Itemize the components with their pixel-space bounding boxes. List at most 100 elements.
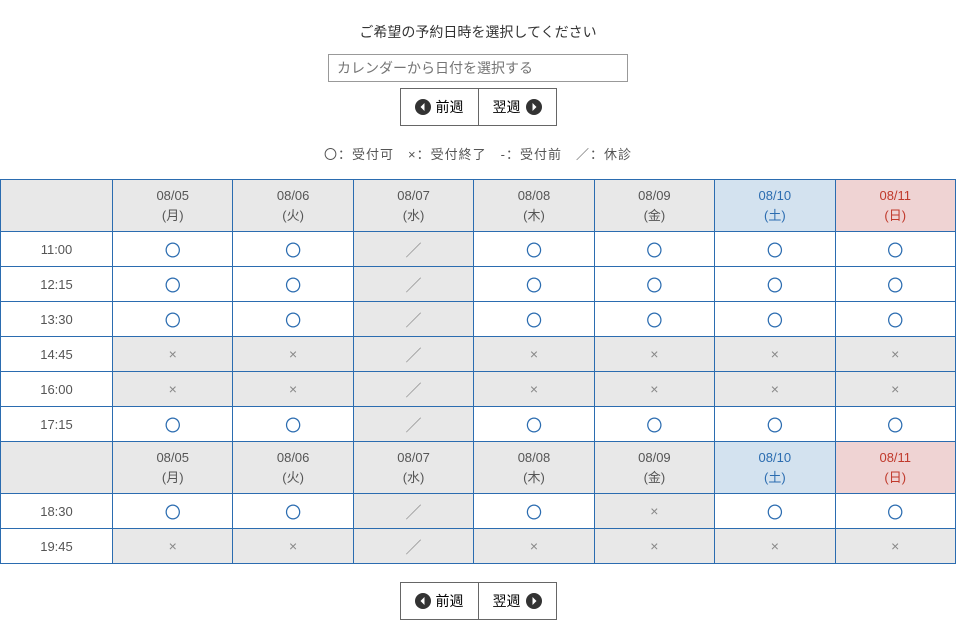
day-header: 08/09(金) (594, 442, 714, 494)
slot-cell[interactable]: 〇 (233, 232, 353, 267)
slot-cell: × (474, 337, 594, 372)
slot-cell[interactable]: 〇 (594, 302, 714, 337)
day-date: 08/09 (599, 186, 710, 206)
slot-cell[interactable]: 〇 (474, 232, 594, 267)
week-nav-bottom: 前週 翌週 (400, 582, 557, 620)
day-dow: (火) (237, 206, 348, 226)
slot-cell: × (594, 494, 714, 529)
slot-cell: × (835, 337, 955, 372)
slot-cell[interactable]: 〇 (474, 267, 594, 302)
calendar-date-input[interactable] (328, 54, 628, 82)
slot-cell: × (113, 372, 233, 407)
table-row: 14:45××／×××× (1, 337, 956, 372)
time-label: 11:00 (1, 232, 113, 267)
arrow-left-circle-icon (415, 99, 431, 115)
slot-cell[interactable]: 〇 (715, 407, 835, 442)
slot-cell: × (594, 372, 714, 407)
next-week-button-bottom[interactable]: 翌週 (478, 583, 556, 619)
slot-cell[interactable]: 〇 (474, 494, 594, 529)
schedule-table: 08/05(月)08/06(火)08/07(水)08/08(木)08/09(金)… (0, 179, 956, 564)
slot-cell: × (594, 337, 714, 372)
slot-cell[interactable]: 〇 (715, 302, 835, 337)
slot-cell[interactable]: 〇 (715, 494, 835, 529)
header-row: 08/05(月)08/06(火)08/07(水)08/08(木)08/09(金)… (1, 180, 956, 232)
slot-cell[interactable]: 〇 (835, 407, 955, 442)
day-dow: (木) (478, 468, 589, 488)
day-header: 08/09(金) (594, 180, 714, 232)
table-row: 17:15〇〇／〇〇〇〇 (1, 407, 956, 442)
slot-cell: × (113, 337, 233, 372)
day-header: 08/05(月) (113, 442, 233, 494)
day-dow: (月) (117, 468, 228, 488)
slot-cell[interactable]: 〇 (835, 267, 955, 302)
slot-cell[interactable]: 〇 (594, 267, 714, 302)
legend-text: 〇：受付可 ×：受付終了 -：受付前 ／：休診 (0, 144, 956, 163)
day-dow: (木) (478, 206, 589, 226)
slot-cell: × (233, 372, 353, 407)
prev-week-label: 前週 (436, 591, 464, 611)
slot-cell[interactable]: 〇 (474, 302, 594, 337)
next-week-label: 翌週 (493, 97, 521, 117)
day-dow: (水) (358, 206, 469, 226)
arrow-left-circle-icon (415, 593, 431, 609)
day-header: 08/10(土) (715, 442, 835, 494)
header-blank (1, 442, 113, 494)
slot-cell: × (113, 529, 233, 564)
slot-cell[interactable]: 〇 (113, 407, 233, 442)
day-date: 08/07 (358, 186, 469, 206)
slot-cell[interactable]: 〇 (113, 232, 233, 267)
day-date: 08/07 (358, 448, 469, 468)
day-header: 08/08(木) (474, 180, 594, 232)
next-week-button[interactable]: 翌週 (478, 89, 556, 125)
slot-cell: × (594, 529, 714, 564)
day-dow: (金) (599, 206, 710, 226)
slot-cell[interactable]: 〇 (113, 302, 233, 337)
slot-cell[interactable]: 〇 (594, 232, 714, 267)
slot-cell: × (835, 372, 955, 407)
day-dow: (日) (840, 206, 951, 226)
day-header: 08/10(土) (715, 180, 835, 232)
prev-week-button-bottom[interactable]: 前週 (401, 583, 478, 619)
slot-cell[interactable]: 〇 (233, 494, 353, 529)
slot-cell: ／ (353, 337, 473, 372)
week-nav-top: 前週 翌週 (400, 88, 557, 126)
slot-cell: × (715, 529, 835, 564)
slot-cell[interactable]: 〇 (835, 494, 955, 529)
time-label: 18:30 (1, 494, 113, 529)
day-dow: (土) (719, 206, 830, 226)
slot-cell[interactable]: 〇 (233, 302, 353, 337)
slot-cell: × (474, 529, 594, 564)
slot-cell: ／ (353, 494, 473, 529)
header-row: 08/05(月)08/06(火)08/07(水)08/08(木)08/09(金)… (1, 442, 956, 494)
slot-cell[interactable]: 〇 (715, 232, 835, 267)
slot-cell[interactable]: 〇 (835, 302, 955, 337)
next-week-label: 翌週 (493, 591, 521, 611)
day-date: 08/09 (599, 448, 710, 468)
slot-cell: × (835, 529, 955, 564)
slot-cell[interactable]: 〇 (715, 267, 835, 302)
slot-cell[interactable]: 〇 (474, 407, 594, 442)
day-dow: (水) (358, 468, 469, 488)
slot-cell[interactable]: 〇 (113, 494, 233, 529)
day-dow: (火) (237, 468, 348, 488)
time-label: 14:45 (1, 337, 113, 372)
day-date: 08/08 (478, 448, 589, 468)
day-header: 08/11(日) (835, 180, 955, 232)
slot-cell: × (715, 372, 835, 407)
time-label: 16:00 (1, 372, 113, 407)
table-row: 12:15〇〇／〇〇〇〇 (1, 267, 956, 302)
day-date: 08/10 (719, 186, 830, 206)
slot-cell[interactable]: 〇 (113, 267, 233, 302)
slot-cell[interactable]: 〇 (835, 232, 955, 267)
slot-cell[interactable]: 〇 (594, 407, 714, 442)
slot-cell: ／ (353, 372, 473, 407)
prev-week-button[interactable]: 前週 (401, 89, 478, 125)
slot-cell: ／ (353, 407, 473, 442)
slot-cell[interactable]: 〇 (233, 407, 353, 442)
slot-cell: × (233, 337, 353, 372)
slot-cell[interactable]: 〇 (233, 267, 353, 302)
slot-cell: ／ (353, 232, 473, 267)
slot-cell: × (474, 372, 594, 407)
day-date: 08/05 (117, 448, 228, 468)
day-dow: (金) (599, 468, 710, 488)
